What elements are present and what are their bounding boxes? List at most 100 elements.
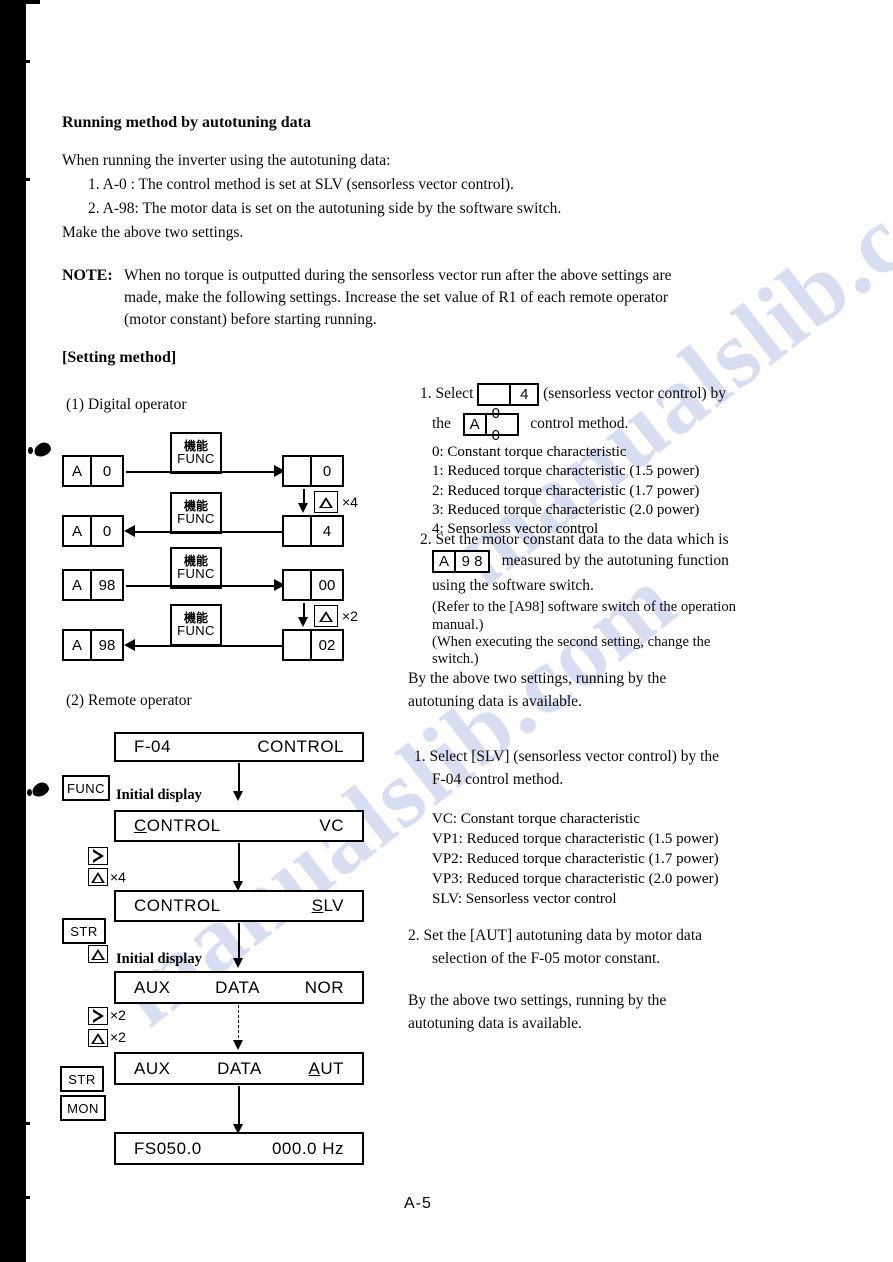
note-label: NOTE: <box>62 267 113 284</box>
display-code <box>284 517 312 545</box>
option-row: VP2: Reduced torque characteristic (1.7 … <box>432 851 719 868</box>
ink-mark <box>30 780 51 799</box>
up-key[interactable] <box>88 868 108 886</box>
parameter-code-number: 0 0 <box>491 405 500 444</box>
intro-lead: When running the inverter using the auto… <box>62 152 391 169</box>
option-row: 2: Reduced torque characteristic (1.7 po… <box>432 482 700 499</box>
digital-display-right: 02 <box>282 629 344 661</box>
digital-option-list: 0: Constant torque characteristic 1: Red… <box>432 443 699 540</box>
digital-conclusion-2: autotuning data is available. <box>408 693 582 710</box>
triangle-up-icon <box>91 1032 105 1044</box>
parameter-code-prefix: A <box>465 415 487 434</box>
triangle-right-icon <box>92 1009 104 1023</box>
flow-line <box>126 585 278 587</box>
digital-display-right: 0 <box>282 455 344 487</box>
display-left: CONTROL <box>134 816 221 835</box>
remote-step-1-line2: F-04 control method. <box>432 771 564 788</box>
display-code <box>284 631 312 659</box>
display-left-rest: ONTROL <box>146 816 221 835</box>
func-key[interactable]: 機能 FUNC <box>170 604 222 646</box>
func-key-label: FUNC <box>177 511 215 527</box>
func-key[interactable]: FUNC <box>62 775 110 801</box>
section-heading: Running method by autotuning data <box>62 114 311 131</box>
up-key[interactable] <box>88 1029 108 1047</box>
display-value: 0 <box>102 522 112 540</box>
func-key-label: FUNC <box>177 623 215 639</box>
digital-conclusion-1: By the above two settings, running by th… <box>408 670 667 687</box>
digital-display-left: A 0 <box>62 455 124 487</box>
mon-key-label: MON <box>67 1100 99 1116</box>
display-right: VC <box>319 816 344 835</box>
flow-line <box>134 531 282 533</box>
display-value: 98 <box>98 636 116 654</box>
display-code: A <box>64 517 92 545</box>
flow-line <box>238 843 240 885</box>
flow-line <box>238 923 240 961</box>
remote-option-list: VC: Constant torque characteristic VP1: … <box>432 809 719 909</box>
func-key-label: FUNC <box>177 566 215 582</box>
up-key[interactable] <box>314 491 338 513</box>
triangle-up-icon <box>91 871 105 883</box>
remote-conclusion-2: autotuning data is available. <box>408 1015 582 1032</box>
display-code: A <box>64 631 92 659</box>
display-value: 98 <box>98 576 116 594</box>
page-number: A-5 <box>404 1195 432 1212</box>
remote-step-2: 2. Set the [AUT] autotuning data by moto… <box>408 927 703 944</box>
up-key-multiplier: ×2 <box>110 1029 126 1045</box>
parameter-code-number: 9 8 <box>461 552 483 570</box>
display-left: AUX <box>134 1058 171 1078</box>
setting-value-box-code <box>479 385 512 404</box>
digital-step-2: 2. Set the motor constant data to the da… <box>420 531 729 548</box>
flow-line-dashed <box>238 1005 239 1043</box>
intro-item-1: 1. A-0 : The control method is set at SL… <box>88 176 514 193</box>
flow-arrow <box>233 1040 243 1050</box>
option-row: 3: Reduced torque characteristic (2.0 po… <box>432 502 700 519</box>
display-left: FS050.0 <box>134 1138 202 1158</box>
display-center: DATA <box>217 1058 262 1078</box>
page-top-rule <box>26 0 40 4</box>
scan-edge-notch <box>26 1122 30 1125</box>
option-row: 0: Constant torque characteristic <box>432 444 627 460</box>
scan-edge-notch <box>26 60 30 63</box>
manual-page: manualslib.com manualslib.com Running me… <box>0 0 893 1262</box>
up-key-multiplier: ×4 <box>110 869 126 885</box>
right-key[interactable] <box>88 847 108 865</box>
flow-arrow <box>298 617 308 627</box>
display-right: AUT <box>308 1058 344 1078</box>
setting-value-box-value: 4 <box>520 385 529 403</box>
display-left: AUX <box>134 977 171 997</box>
triangle-up-icon <box>91 948 105 960</box>
func-key[interactable]: 機能 FUNC <box>170 432 222 474</box>
digital-step-1-suffix: control method. <box>530 415 629 433</box>
up-key[interactable] <box>88 945 108 963</box>
str-key[interactable]: STR <box>62 918 106 944</box>
display-value: 00 <box>318 576 336 594</box>
remote-operator-label: (2) Remote operator <box>66 692 192 709</box>
flow-arrow <box>298 503 308 513</box>
triangle-up-icon <box>319 496 333 508</box>
func-key[interactable]: 機能 FUNC <box>170 492 222 534</box>
display-code <box>284 457 312 485</box>
display-code <box>284 571 312 599</box>
scan-edge-notch <box>26 1196 30 1199</box>
right-key[interactable] <box>88 1007 108 1025</box>
str-key-label: STR <box>68 1071 96 1087</box>
remote-step-1: 1. Select [SLV] (sensorless vector contr… <box>414 748 720 765</box>
up-key[interactable] <box>314 605 338 627</box>
digital-step-2-line2: A 9 8 measured by the autotuning functio… <box>432 550 729 573</box>
note-line: When no torque is outputted during the s… <box>124 267 672 284</box>
display-left: F-04 <box>134 737 171 756</box>
str-key[interactable]: STR <box>60 1066 104 1092</box>
func-key[interactable]: 機能 FUNC <box>170 547 222 589</box>
note-line: made, make the following settings. Incre… <box>124 289 669 306</box>
str-key-label: STR <box>70 923 98 939</box>
mon-key[interactable]: MON <box>60 1095 106 1121</box>
remote-conclusion-1: By the above two settings, running by th… <box>408 992 667 1009</box>
parameter-code-box: A 9 8 <box>432 550 490 573</box>
digital-display-right: 00 <box>282 569 344 601</box>
ink-mark <box>28 447 33 454</box>
remote-display: CONTROL VC <box>114 810 364 842</box>
digital-step-1: 1. Select 4 (sensorless vector control) … <box>420 383 726 406</box>
func-key-label: FUNC <box>66 780 106 796</box>
option-row: SLV: Sensorless vector control <box>432 891 617 908</box>
